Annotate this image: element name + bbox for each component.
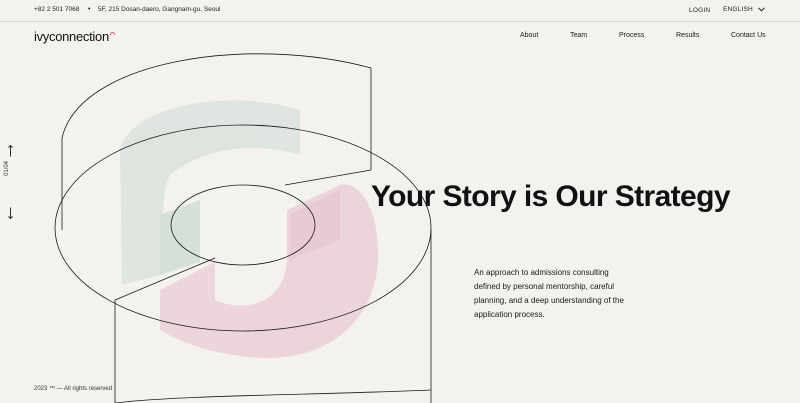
headline-part-2: Story [442,180,517,213]
green-shape [120,100,300,285]
address: 5F, 215 Dosan-daero, Gangnam-gu, Seoul [98,6,221,13]
arrow-down-icon[interactable] [8,207,13,219]
login-link[interactable]: LOGIN [689,7,710,14]
nav-contact-us[interactable]: Contact Us [731,32,766,39]
logo[interactable]: ivyconnection [34,29,115,44]
nav-about[interactable]: About [520,32,538,39]
headline-part-4: Strategy [614,180,731,213]
hero-headline: Your Story is Our Strategy [371,180,731,214]
page: +82 2 501 7068 • 5F, 215 Dosan-daero, Ga… [0,0,800,403]
separator-dot: • [88,6,91,13]
hero-description: An approach to admissions consulting def… [474,268,624,319]
logo-text: ivyconnection [34,29,109,44]
top-bar: +82 2 501 7068 • 5F, 215 Dosan-daero, Ga… [0,0,800,22]
language-label: ENGLISH [723,6,753,13]
arrow-up-icon[interactable] [8,145,13,157]
headline-part-3: is Our [516,180,615,213]
headline-part-1: Your [371,180,443,213]
chevron-down-icon [758,7,765,12]
nav-process[interactable]: Process [619,32,644,39]
nav-results[interactable]: Results [676,32,699,39]
slide-counter: 01/04 [4,160,10,176]
phone-number[interactable]: +82 2 501 7068 [34,6,79,13]
nav-team[interactable]: Team [570,32,587,39]
copyright-note: 2023 ™ — All rights reserved [34,386,113,392]
logo-accent-icon [109,32,115,35]
language-selector[interactable]: ENGLISH [723,6,765,13]
